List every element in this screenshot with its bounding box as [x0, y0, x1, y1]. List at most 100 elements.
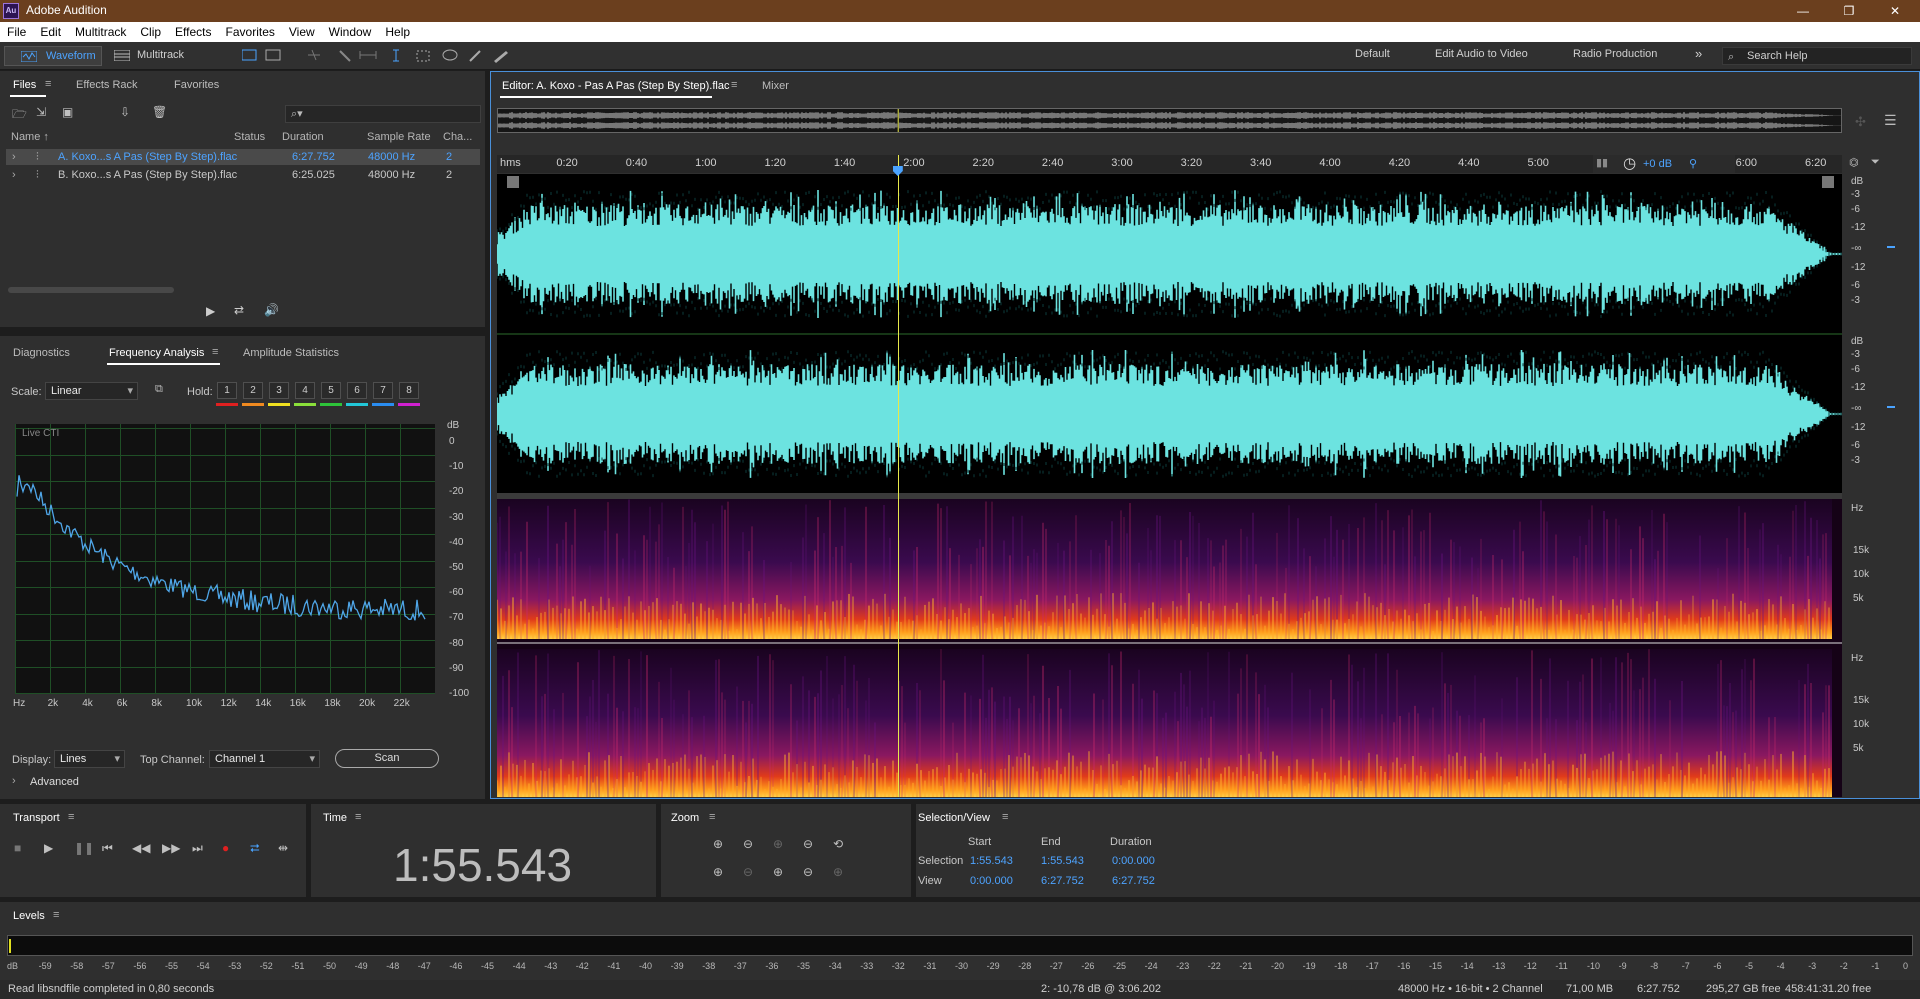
- view-duration-field[interactable]: 6:27.752: [1112, 875, 1155, 887]
- skip-selection-icon[interactable]: ⇹: [278, 841, 288, 855]
- hold-button-2[interactable]: 2: [243, 382, 263, 399]
- tab-frequency-analysis[interactable]: Frequency Analysis: [109, 347, 204, 359]
- more-workspaces-button[interactable]: »: [1695, 46, 1702, 61]
- open-file-icon[interactable]: 🗁: [12, 105, 27, 126]
- minimize-button[interactable]: —: [1780, 0, 1826, 22]
- selection-view-menu-icon[interactable]: ≡: [1002, 811, 1008, 823]
- insert-into-multitrack-icon[interactable]: ⇩: [120, 105, 130, 119]
- tab-amplitude-statistics[interactable]: Amplitude Statistics: [243, 347, 339, 359]
- hold-button-5[interactable]: 5: [321, 382, 341, 399]
- workspace-edit-audio-to-video[interactable]: Edit Audio to Video: [1435, 48, 1528, 60]
- skip-icon[interactable]: ⏣: [1849, 156, 1859, 169]
- zoom-out-full-icon[interactable]: ✣: [1855, 114, 1866, 130]
- close-button[interactable]: ✕: [1872, 0, 1918, 22]
- display-divider[interactable]: [497, 493, 1842, 499]
- menu-favorites[interactable]: Favorites: [219, 22, 282, 39]
- hold-button-8[interactable]: 8: [399, 382, 419, 399]
- overview-navigator[interactable]: [497, 108, 1842, 133]
- menu-multitrack[interactable]: Multitrack: [68, 22, 133, 39]
- loop-playback-icon[interactable]: ⮂: [250, 841, 260, 856]
- scan-button[interactable]: Scan: [335, 749, 439, 768]
- marker-pin-icon[interactable]: ⏷: [1871, 156, 1880, 169]
- panel-menu-icon[interactable]: ≡: [212, 346, 218, 358]
- fade-out-handle-icon[interactable]: [1822, 176, 1834, 188]
- preview-play-icon[interactable]: ▶: [206, 304, 215, 318]
- pin-icon[interactable]: ⚲: [1689, 157, 1697, 170]
- play-icon[interactable]: ▶: [44, 841, 53, 855]
- selection-start-field[interactable]: 1:55.543: [970, 855, 1013, 867]
- advanced-chevron-icon[interactable]: ›: [12, 775, 16, 787]
- tab-favorites[interactable]: Favorites: [174, 79, 219, 91]
- display-dropdown[interactable]: Lines ▾: [54, 750, 125, 768]
- menu-help[interactable]: Help: [378, 22, 417, 39]
- auto-play-speaker-icon[interactable]: 🔊: [264, 303, 279, 317]
- tab-mixer[interactable]: Mixer: [762, 80, 789, 92]
- zoom-out-right-icon[interactable]: ⊕: [773, 865, 783, 879]
- files-search-input[interactable]: ⌕▾: [285, 105, 481, 123]
- fast-forward-icon[interactable]: ▶▶: [162, 841, 180, 855]
- volume-knob-icon[interactable]: ◷: [1623, 154, 1636, 172]
- waveform-display[interactable]: [496, 174, 1842, 494]
- panel-layout-icon[interactable]: ☰: [1884, 112, 1897, 129]
- preview-loop-icon[interactable]: ⇄: [234, 303, 244, 317]
- hold-overlay-icon[interactable]: ⧉: [155, 383, 163, 396]
- spectral-display[interactable]: [496, 499, 1842, 797]
- record-icon[interactable]: ●: [222, 841, 229, 855]
- hold-button-4[interactable]: 4: [295, 382, 315, 399]
- zoom-to-selection-icon[interactable]: ⊕: [713, 865, 723, 879]
- fade-in-handle-icon[interactable]: [507, 176, 519, 188]
- zoom-out-amplitude-icon[interactable]: ⊖: [743, 837, 753, 851]
- files-panel-menu-icon[interactable]: ≡: [45, 78, 51, 90]
- menu-window[interactable]: Window: [322, 22, 379, 39]
- view-end-field[interactable]: 6:27.752: [1041, 875, 1084, 887]
- menu-file[interactable]: File: [0, 22, 33, 39]
- top-channel-dropdown[interactable]: Channel 1 ▾: [209, 750, 320, 768]
- zoom-in-amplitude-icon[interactable]: ⊕: [713, 837, 723, 851]
- multitrack-view-button[interactable]: Multitrack: [110, 46, 198, 66]
- tab-files[interactable]: Files: [13, 79, 36, 91]
- workspace-default[interactable]: Default: [1355, 48, 1390, 60]
- col-name[interactable]: Name ↑: [11, 131, 49, 143]
- zoom-reset-icon[interactable]: ⊕: [833, 865, 843, 879]
- playhead[interactable]: [897, 155, 899, 797]
- zoom-full-icon[interactable]: ⟲: [833, 837, 843, 851]
- rewind-icon[interactable]: ◀◀: [132, 841, 150, 855]
- col-channels[interactable]: Cha...: [443, 131, 472, 143]
- advanced-section[interactable]: Advanced: [30, 776, 79, 788]
- file-row[interactable]: › ⫶ B. Koxo...s A Pas (Step By Step).fla…: [6, 167, 480, 183]
- restore-button[interactable]: ❐: [1826, 0, 1872, 22]
- waveform-view-button[interactable]: Waveform: [4, 46, 102, 66]
- scale-dropdown[interactable]: Linear ▾: [45, 382, 138, 400]
- zoom-out-full-icon[interactable]: ⊖: [803, 865, 813, 879]
- import-file-icon[interactable]: ⇲: [36, 105, 46, 119]
- close-file-icon[interactable]: 🗑: [152, 105, 167, 119]
- file-row[interactable]: › ⫶ A. Koxo...s A Pas (Step By Step).fla…: [6, 149, 480, 165]
- selection-duration-field[interactable]: 0:00.000: [1112, 855, 1155, 867]
- zoom-in-time-icon[interactable]: ⊕: [773, 837, 783, 851]
- zoom-in-left-icon[interactable]: ⊖: [743, 865, 753, 879]
- menu-view[interactable]: View: [282, 22, 322, 39]
- expand-chevron-icon[interactable]: ›: [12, 149, 16, 165]
- zoom-out-time-icon[interactable]: ⊖: [803, 837, 813, 851]
- col-duration[interactable]: Duration: [282, 131, 324, 143]
- col-status[interactable]: Status: [234, 131, 265, 143]
- view-start-field[interactable]: 0:00.000: [970, 875, 1013, 887]
- zoom-menu-icon[interactable]: ≡: [709, 811, 715, 823]
- move-to-next-icon[interactable]: ⏭: [192, 841, 203, 856]
- menu-edit[interactable]: Edit: [33, 22, 68, 39]
- search-help-input[interactable]: Search Help: [1722, 47, 1912, 65]
- tab-diagnostics[interactable]: Diagnostics: [13, 347, 70, 359]
- hold-button-6[interactable]: 6: [347, 382, 367, 399]
- levels-menu-icon[interactable]: ≡: [53, 909, 59, 921]
- hud-volume[interactable]: ▮▮ ◷ +0 dB ⚲: [1593, 155, 1735, 173]
- col-sample-rate[interactable]: Sample Rate: [367, 131, 431, 143]
- new-file-icon[interactable]: ▣: [62, 105, 73, 119]
- hold-button-1[interactable]: 1: [217, 382, 237, 399]
- tab-effects-rack[interactable]: Effects Rack: [76, 79, 138, 91]
- tab-editor[interactable]: Editor: A. Koxo - Pas A Pas (Step By Ste…: [502, 80, 729, 92]
- workspace-radio-production[interactable]: Radio Production: [1573, 48, 1657, 60]
- files-h-scrollbar[interactable]: [8, 287, 174, 293]
- expand-chevron-icon[interactable]: ›: [12, 167, 16, 183]
- selection-end-field[interactable]: 1:55.543: [1041, 855, 1084, 867]
- menu-effects[interactable]: Effects: [168, 22, 218, 39]
